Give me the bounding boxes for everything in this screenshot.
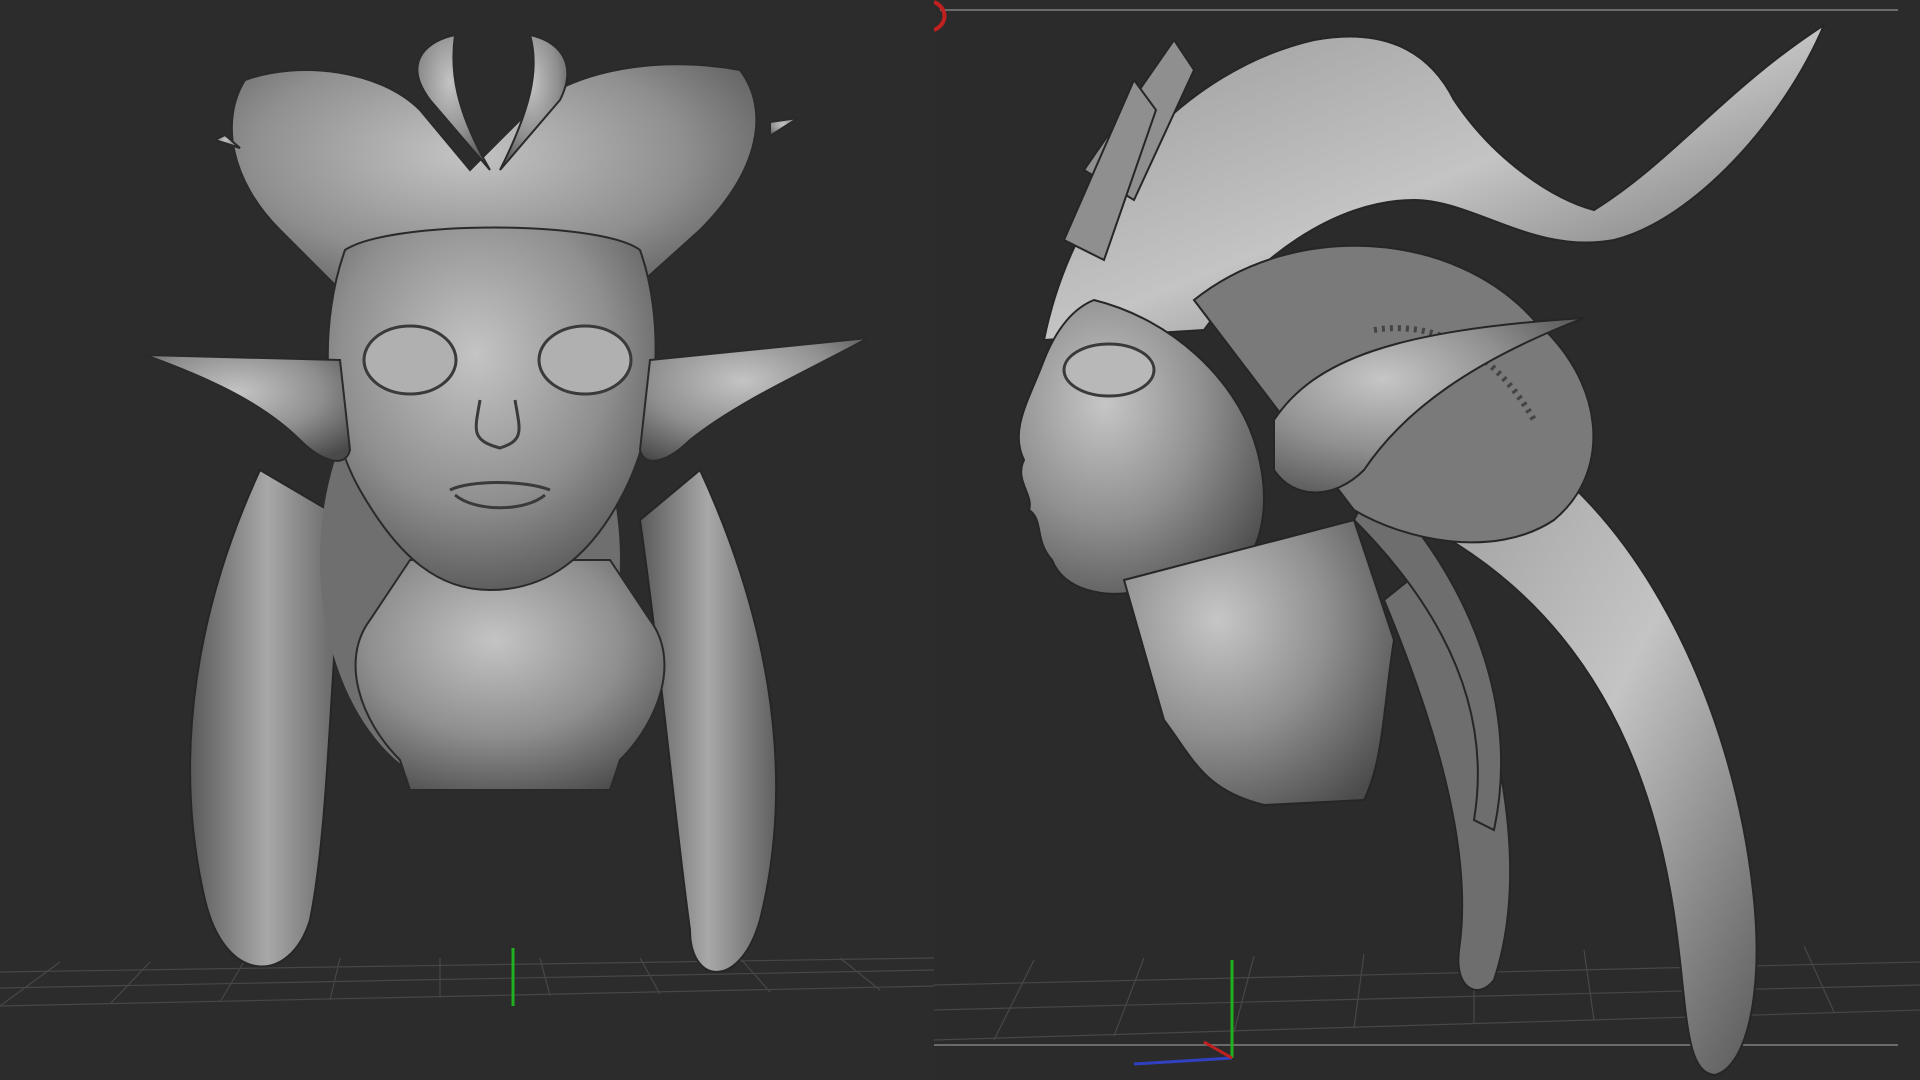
front-view-canvas[interactable]: [0, 0, 934, 1080]
frame-corner-marker: [934, 0, 947, 32]
eye-socket: [1062, 342, 1156, 398]
viewport-side[interactable]: [934, 0, 1920, 1080]
side-view-canvas[interactable]: [934, 0, 1920, 1080]
floor-grid: [0, 957, 934, 1007]
neck-chest: [354, 559, 666, 791]
viewport-front[interactable]: [0, 0, 934, 1080]
floor-grid: [934, 945, 1920, 1041]
split-viewport-layout: [0, 0, 1920, 1080]
axis-gizmo: [1133, 960, 1234, 1066]
